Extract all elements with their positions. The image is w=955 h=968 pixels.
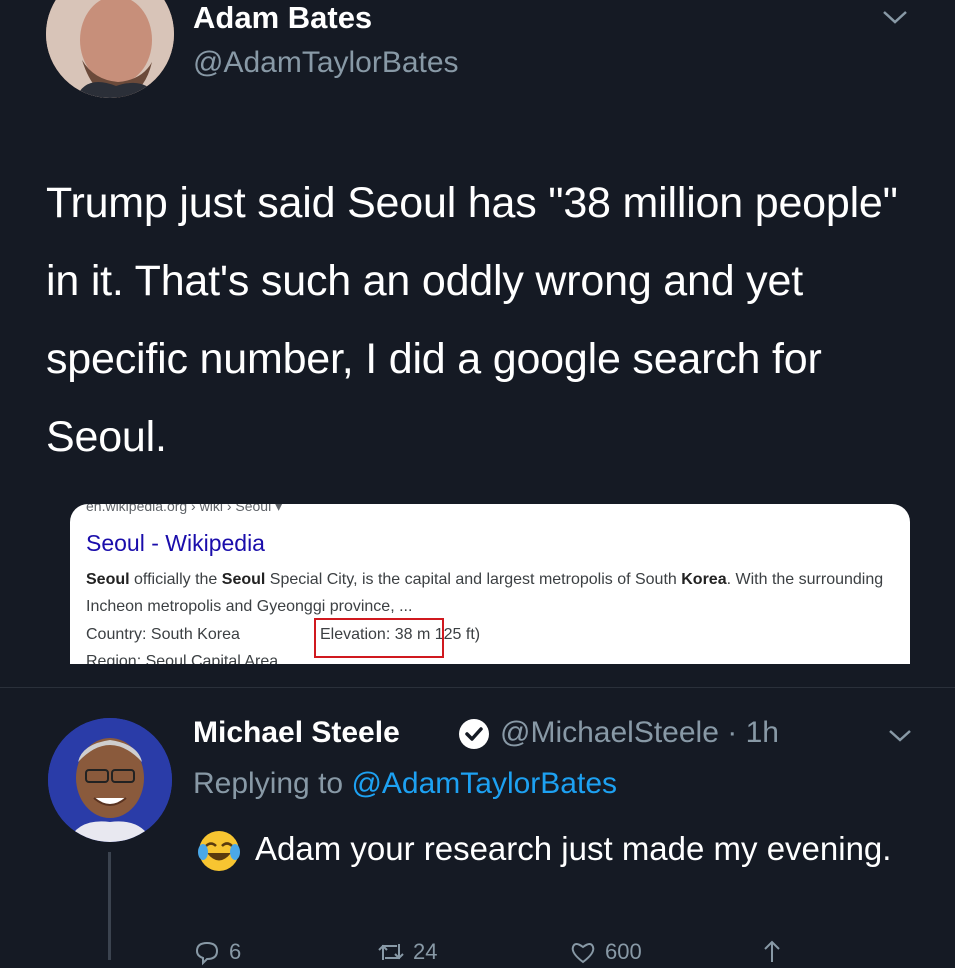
reply-time[interactable]: 1h	[746, 716, 779, 749]
result-url[interactable]: en.wikipedia.org › wiki › Seoul ▾	[86, 504, 282, 515]
avatar-michael-steele[interactable]	[48, 718, 172, 842]
share-icon	[764, 940, 780, 962]
replying-to: Replying to @AdamTaylorBates	[193, 767, 617, 801]
country-fact: Country: South Korea	[86, 626, 240, 644]
reply-author-handle[interactable]: @MichaelSteele	[500, 716, 719, 749]
reply-handle-line: @MichaelSteele · 1h	[500, 716, 779, 750]
snippet-bold: Seoul	[86, 571, 130, 588]
thread-line	[108, 852, 111, 960]
retweet-action[interactable]: 24	[377, 938, 437, 966]
reply-icon	[195, 941, 219, 966]
replying-prefix: Replying to	[193, 767, 352, 800]
search-result-card[interactable]: en.wikipedia.org › wiki › Seoul ▾ Seoul …	[70, 504, 910, 664]
highlight-box	[314, 618, 444, 658]
like-count: 600	[605, 939, 642, 964]
snippet-text: Special City, is the capital and largest…	[265, 571, 682, 588]
chevron-down-icon[interactable]	[880, 6, 910, 28]
verified-badge-icon	[459, 719, 489, 749]
reply-text: Adam your research just made my evening.	[255, 830, 892, 867]
tweet-text: Trump just said Seoul has "38 million pe…	[46, 179, 898, 461]
region-value: Seoul Capital Area	[145, 653, 279, 664]
chevron-down-icon[interactable]	[887, 727, 913, 745]
divider	[0, 687, 955, 688]
reply-count: 6	[229, 939, 242, 964]
tweet-actions: 6 24 600	[193, 938, 913, 968]
author-name[interactable]: Adam Bates	[193, 0, 372, 36]
region-label: Region:	[86, 653, 142, 664]
author-handle[interactable]: @AdamTaylorBates	[193, 46, 459, 80]
region-fact: Region: Seoul Capital Area	[86, 653, 278, 664]
retweet-count: 24	[413, 939, 438, 964]
like-action[interactable]: 600	[569, 938, 642, 966]
reply-action[interactable]: 6	[193, 938, 241, 966]
country-value: South Korea	[150, 626, 240, 643]
reply-author-name[interactable]: Michael Steele	[193, 716, 400, 750]
retweet-icon	[378, 944, 404, 960]
result-snippet: Seoul officially the Seoul Special City,…	[86, 566, 891, 620]
result-title[interactable]: Seoul - Wikipedia	[86, 530, 265, 557]
snippet-bold: Korea	[681, 571, 727, 588]
separator: ·	[718, 716, 746, 749]
country-label: Country:	[86, 626, 147, 643]
share-action[interactable]	[758, 938, 794, 966]
snippet-bold: Seoul	[221, 571, 266, 588]
replying-to-mention[interactable]: @AdamTaylorBates	[351, 767, 617, 800]
snippet-text: officially the	[129, 571, 222, 588]
avatar-adam-bates[interactable]	[46, 0, 174, 98]
heart-icon	[571, 943, 595, 964]
